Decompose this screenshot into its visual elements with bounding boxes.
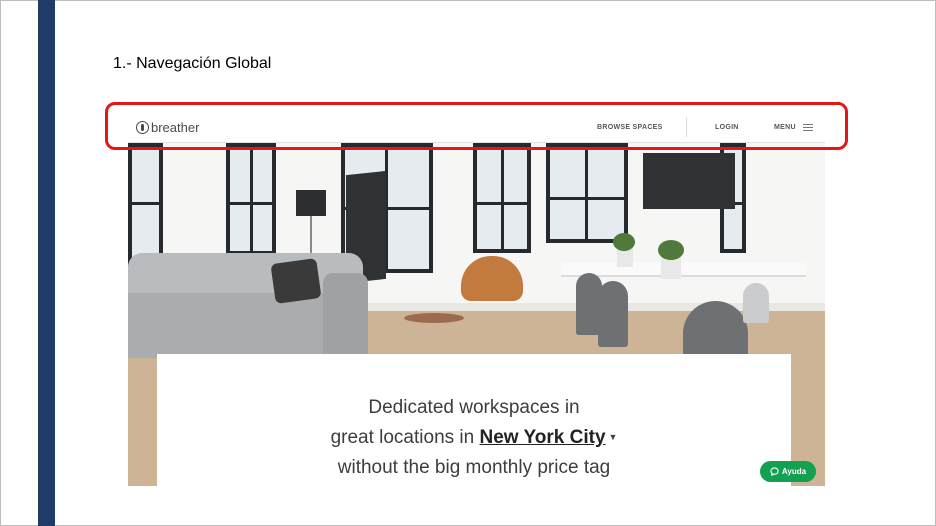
global-nav-highlight xyxy=(105,102,848,150)
tagline-line-1: Dedicated workspaces in xyxy=(368,397,580,418)
website-screenshot: breather BROWSE SPACES LOGIN MENU Dedica… xyxy=(128,112,825,486)
help-label: Ayuda xyxy=(781,467,807,476)
help-chat-button[interactable]: Ayuda xyxy=(760,461,816,482)
slide-accent-bar xyxy=(38,0,55,526)
city-selector[interactable]: New York City xyxy=(480,427,606,448)
caret-down-icon[interactable]: ▼ xyxy=(609,432,618,442)
hero-tagline-card: Dedicated workspaces in great locations … xyxy=(157,354,791,486)
slide-title: 1.- Navegación Global xyxy=(113,55,272,72)
chat-bubble-icon xyxy=(770,467,779,476)
hero-photo: Dedicated workspaces in great locations … xyxy=(128,143,825,486)
tagline-prefix: great locations in xyxy=(330,427,475,448)
tagline-line-2: great locations in New York City ▼ xyxy=(157,427,791,449)
tagline-line-3: without the big monthly price tag xyxy=(337,457,611,478)
